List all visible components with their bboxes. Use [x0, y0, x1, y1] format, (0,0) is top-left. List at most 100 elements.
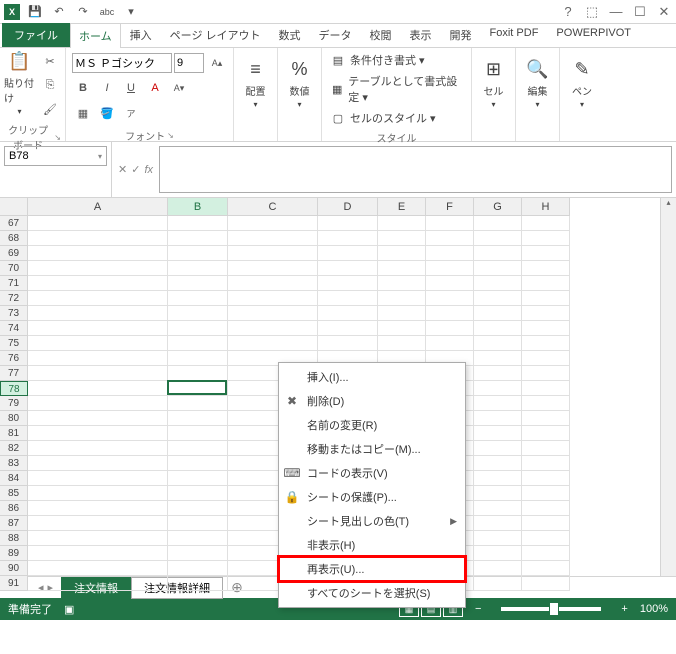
font-family-combo[interactable] [72, 53, 172, 73]
cell[interactable] [168, 261, 228, 276]
cell[interactable] [28, 426, 168, 441]
cell[interactable] [522, 561, 570, 576]
cell[interactable] [426, 231, 474, 246]
cell[interactable] [318, 246, 378, 261]
row-header[interactable]: 72 [0, 291, 28, 306]
cell[interactable] [28, 306, 168, 321]
cell[interactable] [318, 216, 378, 231]
format-painter-icon[interactable]: 🖌 [39, 98, 61, 120]
context-menu-item[interactable]: 再表示(U)... [279, 557, 465, 581]
cell[interactable] [168, 561, 228, 576]
cell[interactable] [522, 411, 570, 426]
cell[interactable] [28, 516, 168, 531]
cell[interactable] [28, 216, 168, 231]
cell[interactable] [474, 531, 522, 546]
cell[interactable] [168, 501, 228, 516]
cell[interactable] [228, 276, 318, 291]
macro-record-icon[interactable]: ▣ [64, 603, 74, 616]
cell[interactable] [28, 441, 168, 456]
cell[interactable] [28, 261, 168, 276]
cell[interactable] [378, 246, 426, 261]
ribbon-tab[interactable]: 表示 [401, 22, 441, 47]
conditional-format-button[interactable]: ▤条件付き書式 ▾ [326, 50, 429, 70]
qat-dropdown-icon[interactable]: ▾ [122, 3, 140, 21]
zoom-out-button[interactable]: − [475, 603, 481, 615]
cell[interactable] [318, 261, 378, 276]
cell[interactable] [168, 306, 228, 321]
row-header[interactable]: 68 [0, 231, 28, 246]
row-header[interactable]: 67 [0, 216, 28, 231]
cell[interactable] [28, 576, 168, 591]
help-button[interactable]: ? [556, 2, 580, 22]
cell[interactable] [28, 231, 168, 246]
cell[interactable] [522, 456, 570, 471]
cell[interactable] [28, 366, 168, 381]
cell[interactable] [522, 261, 570, 276]
row-header[interactable]: 86 [0, 501, 28, 516]
cell[interactable] [318, 336, 378, 351]
select-all-corner[interactable] [0, 198, 28, 216]
context-menu-item[interactable]: 🔒シートの保護(P)... [279, 485, 465, 509]
paste-button[interactable]: 📋 貼り付け ▾ [4, 50, 35, 116]
column-header[interactable]: D [318, 198, 378, 216]
cell[interactable] [28, 336, 168, 351]
dialog-launcher-icon[interactable]: ↘ [167, 131, 174, 140]
cell[interactable] [168, 516, 228, 531]
font-color-icon[interactable]: A [144, 77, 166, 99]
context-menu-item[interactable]: ✖削除(D) [279, 389, 465, 413]
cell[interactable] [378, 291, 426, 306]
cell[interactable] [228, 291, 318, 306]
cell[interactable] [522, 306, 570, 321]
format-as-table-button[interactable]: ▦テーブルとして書式設定 ▾ [326, 71, 467, 107]
column-header[interactable]: B [168, 198, 228, 216]
cell[interactable] [474, 261, 522, 276]
cell[interactable] [28, 246, 168, 261]
cell[interactable] [522, 321, 570, 336]
cell[interactable] [168, 291, 228, 306]
italic-button[interactable]: I [96, 77, 118, 99]
cell[interactable] [474, 546, 522, 561]
number-button[interactable]: %数値▾ [282, 50, 317, 116]
cell[interactable] [522, 576, 570, 591]
cell[interactable] [378, 231, 426, 246]
cell[interactable] [474, 336, 522, 351]
undo-icon[interactable]: ↶ [50, 3, 68, 21]
row-header[interactable]: 90 [0, 561, 28, 576]
cell[interactable] [318, 291, 378, 306]
cell[interactable] [28, 471, 168, 486]
cell[interactable] [228, 306, 318, 321]
ribbon-options-icon[interactable]: ⬚ [580, 2, 604, 22]
cell[interactable] [168, 396, 228, 411]
row-header[interactable]: 76 [0, 351, 28, 366]
cell[interactable] [426, 291, 474, 306]
cell[interactable] [426, 321, 474, 336]
row-header[interactable]: 81 [0, 426, 28, 441]
zoom-in-button[interactable]: + [621, 603, 627, 615]
context-menu-item[interactable]: 名前の変更(R) [279, 413, 465, 437]
cell[interactable] [28, 396, 168, 411]
decrease-font-icon[interactable]: A▾ [168, 77, 190, 99]
underline-button[interactable]: U [120, 77, 142, 99]
cell[interactable] [28, 561, 168, 576]
zoom-level[interactable]: 100% [640, 603, 668, 615]
cell[interactable] [168, 216, 228, 231]
context-menu-item[interactable]: 挿入(I)... [279, 365, 465, 389]
column-header[interactable]: A [28, 198, 168, 216]
cell[interactable] [426, 216, 474, 231]
maximize-button[interactable]: ☐ [628, 2, 652, 22]
cell[interactable] [168, 426, 228, 441]
cell[interactable] [426, 246, 474, 261]
cell[interactable] [522, 546, 570, 561]
context-menu-item[interactable]: すべてのシートを選択(S) [279, 581, 465, 605]
qat-spellcheck-icon[interactable]: abc [98, 3, 116, 21]
cell[interactable] [168, 531, 228, 546]
cell[interactable] [426, 276, 474, 291]
column-header[interactable]: H [522, 198, 570, 216]
cell[interactable] [522, 336, 570, 351]
increase-font-icon[interactable]: A▴ [206, 52, 228, 74]
cell[interactable] [168, 576, 228, 591]
ribbon-tab[interactable]: POWERPIVOT [547, 22, 640, 47]
dialog-launcher-icon[interactable]: ↘ [54, 133, 61, 142]
cell[interactable] [474, 321, 522, 336]
cell[interactable] [426, 261, 474, 276]
